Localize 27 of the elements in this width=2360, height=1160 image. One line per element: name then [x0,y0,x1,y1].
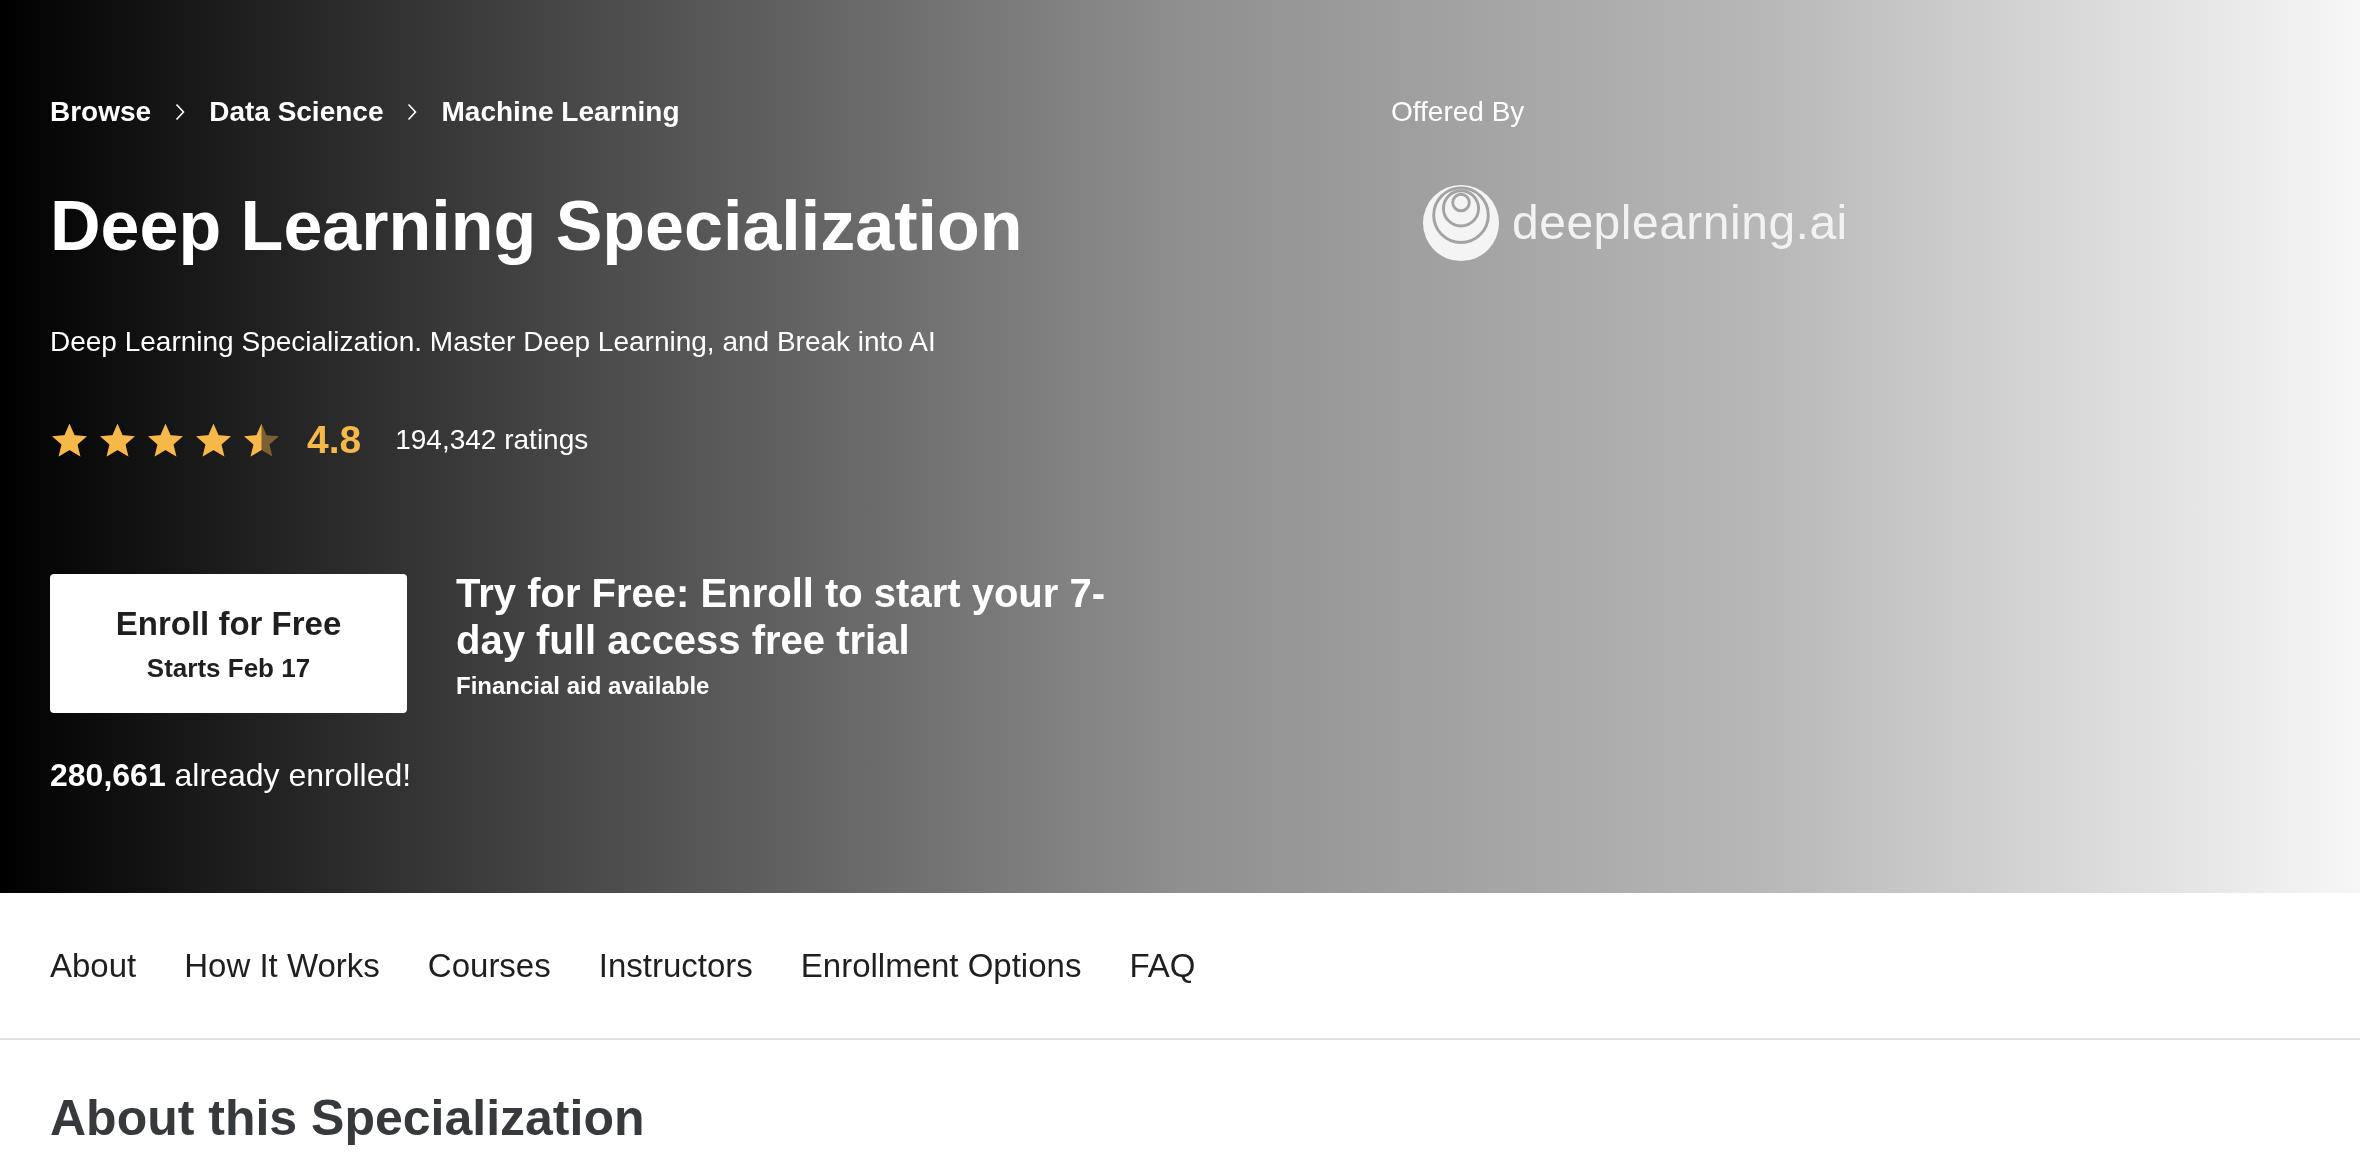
section-nav-link[interactable]: FAQ [1129,943,1196,988]
star-icon [98,421,137,459]
ratings-count: 194,342 ratings [395,423,589,457]
section-nav-link[interactable]: Courses [427,943,551,988]
section-nav-link[interactable]: How It Works [184,943,380,988]
trial-headline: Try for Free: Enroll to start your 7-day full access free trial [456,570,1106,664]
section-nav-link[interactable]: Instructors [598,943,753,988]
rating-score: 4.8 [307,417,362,463]
breadcrumb-link[interactable]: Data Science [209,90,384,134]
course-title: Deep Learning Specialization [50,186,1023,267]
star-icon [50,421,89,459]
chevron-icon [175,103,186,121]
section-nav-link[interactable]: About [50,943,137,988]
breadcrumb-link[interactable]: Machine Learning [441,90,680,134]
partner-logo-text: deeplearning.ai [1512,195,1848,251]
concentric-circles-logo-icon [1422,184,1500,262]
course-subtitle: Deep Learning Specialization. Master Deep Learning, and Break into AI [50,325,936,359]
star-icon [194,421,233,459]
star-icon [146,421,185,459]
enrolled-count: 280,661 already enrolled! [50,756,412,795]
section-nav-link[interactable]: Enrollment Options [800,943,1082,988]
enroll-button[interactable]: Enroll for Free Starts Feb 17 [50,574,407,713]
offered-by-label: Offered By [1391,95,1525,129]
financial-aid-note: Financial aid available [456,671,710,701]
section-heading: About this Specialization [50,1089,645,1148]
breadcrumb-link[interactable]: Browse [50,90,152,134]
chevron-icon [407,103,418,121]
